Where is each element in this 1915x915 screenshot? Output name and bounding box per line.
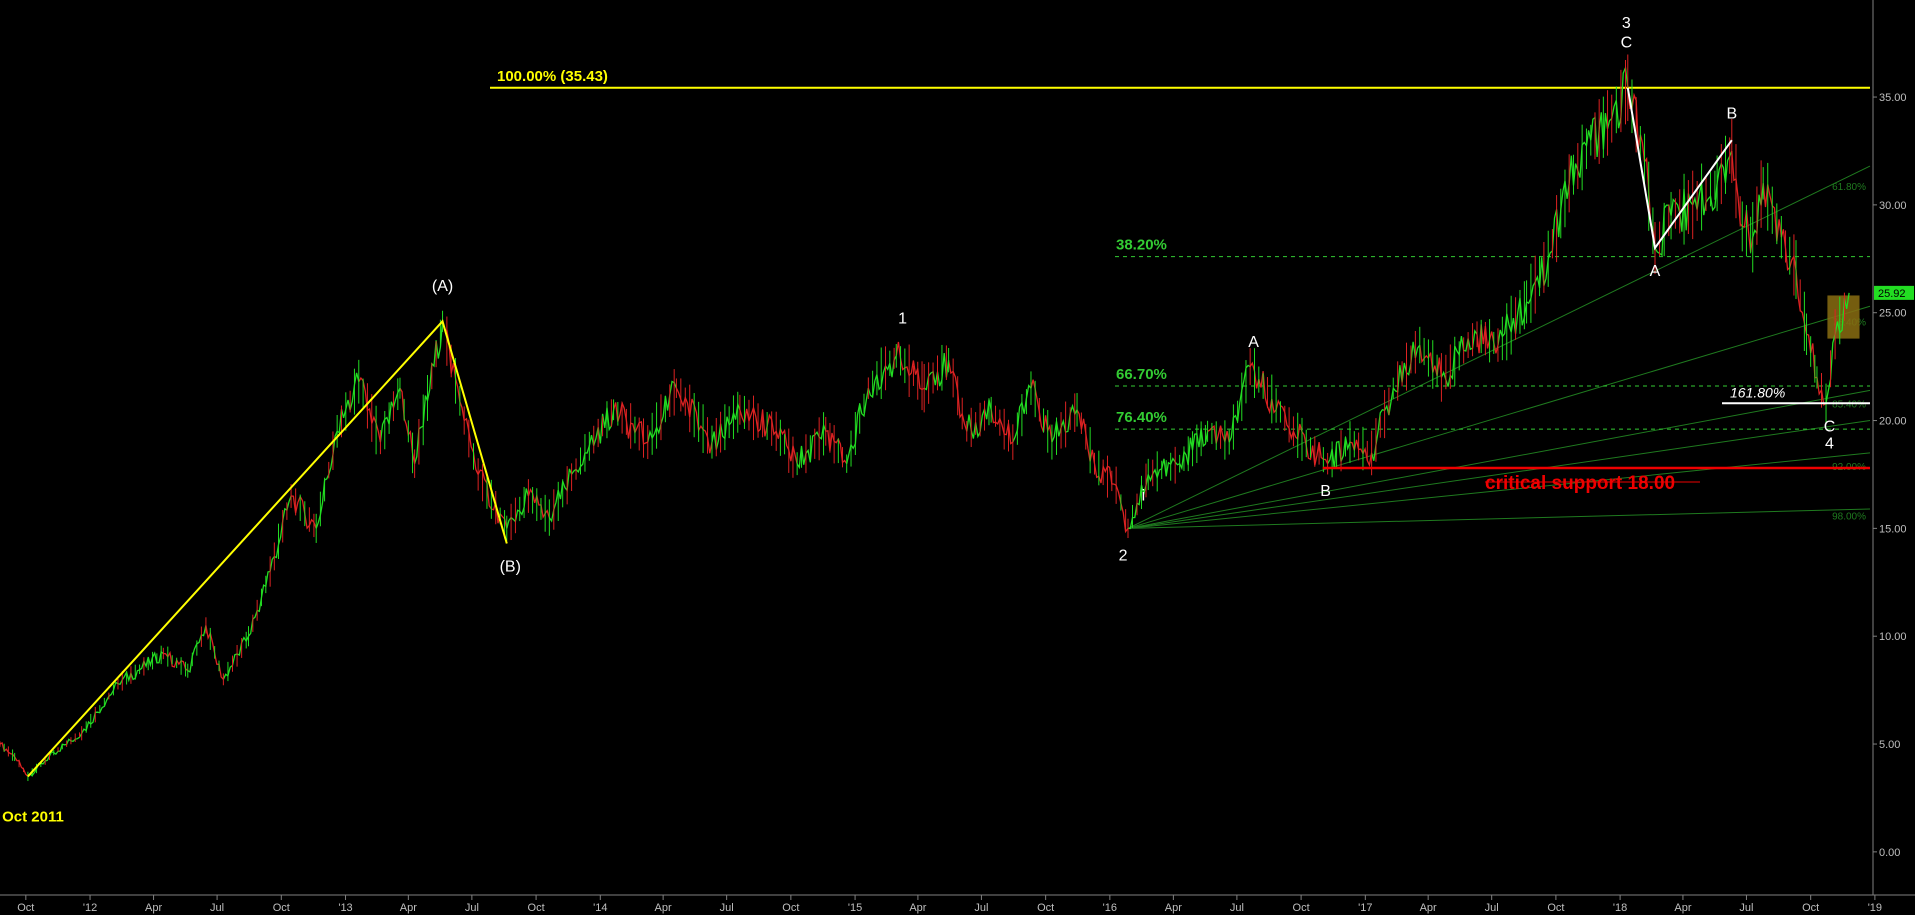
price-chart-svg: 61.80%76.40%85.40%92.00%98.00% 100.00% (… bbox=[0, 0, 1915, 915]
fan-ray-label: 85.40% bbox=[1832, 400, 1866, 411]
y-tick-label: 10.00 bbox=[1879, 631, 1907, 643]
fib-level-label: 76.40% bbox=[1116, 409, 1167, 426]
x-tick-label: Apr bbox=[1674, 902, 1691, 914]
y-tick-label: 15.00 bbox=[1879, 523, 1907, 535]
fan-ray-label: 98.00% bbox=[1832, 512, 1866, 523]
x-tick-label: Oct bbox=[1037, 902, 1054, 914]
x-tick-label: Apr bbox=[400, 902, 417, 914]
extension-label: 161.80% bbox=[1730, 384, 1785, 400]
wave-label: i bbox=[1142, 487, 1146, 504]
fib-level-label: 38.20% bbox=[1116, 237, 1167, 254]
wave-label: 1 bbox=[898, 310, 907, 327]
last-price-label: 25.92 bbox=[1878, 288, 1906, 300]
x-tick-label: Jul bbox=[1739, 902, 1753, 914]
support-label: critical support 18.00 bbox=[1485, 473, 1675, 494]
x-tick-label: '19 bbox=[1868, 902, 1882, 914]
x-tick-label: Apr bbox=[909, 902, 926, 914]
x-tick-label: '14 bbox=[593, 902, 607, 914]
wave-label: C bbox=[1621, 34, 1633, 51]
x-tick-label: Oct bbox=[1802, 902, 1819, 914]
wave-label: (B) bbox=[500, 559, 521, 576]
fan-ray-label: 61.80% bbox=[1832, 182, 1866, 193]
x-tick-label: '12 bbox=[83, 902, 97, 914]
x-tick-label: Oct bbox=[17, 902, 34, 914]
x-tick-label: Oct bbox=[782, 902, 799, 914]
x-tick-label: '18 bbox=[1613, 902, 1627, 914]
x-tick-label: '15 bbox=[848, 902, 862, 914]
x-tick-label: Jul bbox=[210, 902, 224, 914]
wave-label: B bbox=[1320, 483, 1331, 500]
y-tick-label: 5.00 bbox=[1879, 739, 1900, 751]
x-tick-label: Oct bbox=[1547, 902, 1564, 914]
y-tick-label: 30.00 bbox=[1879, 200, 1907, 212]
x-tick-label: Jul bbox=[465, 902, 479, 914]
y-tick-label: 0.00 bbox=[1879, 847, 1900, 859]
wave-label: A bbox=[1650, 263, 1661, 280]
x-tick-label: Apr bbox=[145, 902, 162, 914]
wave-label: 4 bbox=[1825, 436, 1834, 453]
x-tick-label: Jul bbox=[1485, 902, 1499, 914]
fib-level-label: 100.00% (35.43) bbox=[497, 68, 608, 85]
wave-label: (A) bbox=[432, 278, 453, 295]
x-tick-label: Apr bbox=[1165, 902, 1182, 914]
stock-chart: 61.80%76.40%85.40%92.00%98.00% 100.00% (… bbox=[0, 0, 1915, 915]
start-date-label: Oct 2011 bbox=[2, 809, 64, 826]
wave-label: A bbox=[1248, 334, 1259, 351]
x-tick-label: '17 bbox=[1358, 902, 1372, 914]
wave-label: B bbox=[1726, 106, 1737, 123]
x-tick-label: '13 bbox=[338, 902, 352, 914]
x-tick-label: Apr bbox=[1420, 902, 1437, 914]
y-tick-label: 25.00 bbox=[1879, 308, 1907, 320]
wave-label: 2 bbox=[1119, 548, 1128, 565]
y-tick-label: 35.00 bbox=[1879, 92, 1907, 104]
wave-label: 3 bbox=[1622, 15, 1631, 32]
chart-background bbox=[0, 0, 1915, 915]
x-tick-label: Apr bbox=[655, 902, 672, 914]
y-tick-label: 20.00 bbox=[1879, 416, 1907, 428]
wave-label: C bbox=[1824, 418, 1836, 435]
x-tick-label: Jul bbox=[720, 902, 734, 914]
x-tick-label: '16 bbox=[1103, 902, 1117, 914]
x-tick-label: Oct bbox=[528, 902, 545, 914]
fib-level-label: 66.70% bbox=[1116, 366, 1167, 383]
x-tick-label: Oct bbox=[1293, 902, 1310, 914]
x-tick-label: Jul bbox=[974, 902, 988, 914]
x-tick-label: Oct bbox=[273, 902, 290, 914]
x-tick-label: Jul bbox=[1230, 902, 1244, 914]
